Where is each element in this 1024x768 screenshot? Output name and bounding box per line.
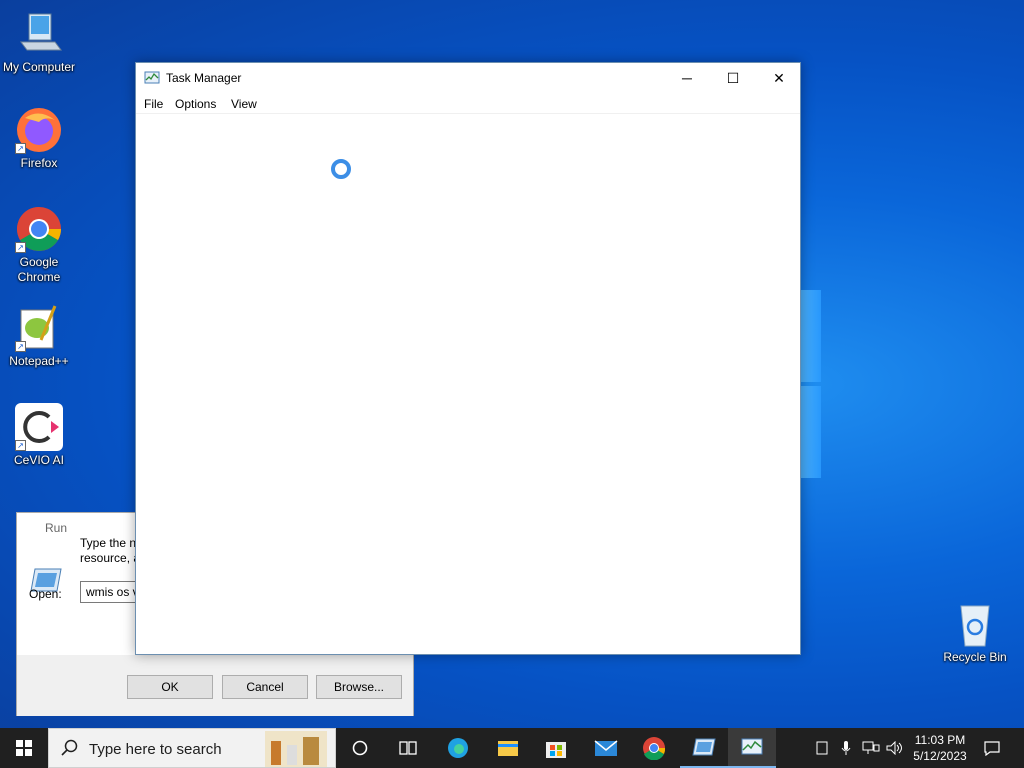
- taskbar-chrome[interactable]: [630, 728, 678, 768]
- desktop-icon-label: Notepad++: [9, 354, 69, 368]
- cortana-icon: [352, 740, 368, 756]
- chrome-icon: ↗: [15, 205, 63, 253]
- desktop-icon-label: CeVIO AI: [13, 453, 65, 467]
- menu-view[interactable]: View: [231, 97, 257, 111]
- desktop-icon-label: Firefox: [20, 156, 58, 170]
- desktop-icon-label: Google Chrome: [17, 255, 61, 284]
- desktop-icon-firefox[interactable]: ↗ Firefox: [0, 106, 78, 171]
- browse-button[interactable]: Browse...: [316, 675, 402, 699]
- action-center-button[interactable]: [978, 728, 1006, 768]
- menu-bar: File Options View: [136, 93, 800, 115]
- open-label: Open:: [29, 587, 62, 601]
- run-icon: [692, 738, 716, 756]
- taskbar-task-manager[interactable]: [728, 728, 776, 768]
- taskbar-edge[interactable]: [434, 728, 482, 768]
- ok-button[interactable]: OK: [127, 675, 213, 699]
- cevio-ai-icon: ↗: [15, 403, 63, 451]
- minimize-button[interactable]: ─: [664, 63, 710, 93]
- task-manager-icon: [144, 71, 160, 88]
- desktop-icon-google-chrome[interactable]: ↗ Google Chrome: [0, 205, 78, 285]
- tray-volume[interactable]: [884, 728, 906, 768]
- tablet-icon: [816, 741, 828, 755]
- taskbar-file-explorer[interactable]: [484, 728, 532, 768]
- windows-start-icon: [16, 740, 32, 756]
- cortana-button[interactable]: [336, 728, 384, 768]
- computer-icon: [15, 10, 63, 58]
- chrome-icon: [643, 737, 666, 760]
- store-icon: [546, 742, 566, 758]
- title-bar[interactable]: Task Manager ─ ☐ ✕: [136, 63, 800, 93]
- clock-time: 11:03 PM: [914, 733, 966, 747]
- search-icon: [61, 739, 79, 760]
- taskbar: Type here to search 11:03 PM 5/12/2023: [0, 728, 1024, 768]
- search-placeholder: Type here to search: [89, 741, 222, 758]
- taskbar-clock[interactable]: 11:03 PM 5/12/2023: [906, 732, 974, 764]
- volume-icon: [886, 741, 902, 755]
- notepad-plus-plus-icon: ↗: [15, 304, 63, 352]
- maximize-button[interactable]: ☐: [710, 63, 756, 93]
- desktop-icon-notepad-plus-plus[interactable]: ↗ Notepad++: [0, 304, 78, 369]
- loading-spinner: [331, 159, 351, 179]
- desktop-icon-cevio-ai[interactable]: ↗ CeVIO AI: [0, 403, 78, 468]
- taskbar-mail[interactable]: [582, 728, 630, 768]
- taskbar-run[interactable]: [680, 728, 728, 768]
- network-icon: [862, 741, 880, 754]
- start-button[interactable]: [0, 728, 48, 768]
- tray-network[interactable]: [860, 728, 882, 768]
- recycle-bin-icon: [951, 600, 999, 648]
- task-manager-window[interactable]: Task Manager ─ ☐ ✕ File Options View: [135, 62, 801, 655]
- folder-icon: [498, 741, 518, 756]
- menu-options[interactable]: Options: [175, 97, 216, 111]
- desktop-icon-my-computer[interactable]: My Computer: [0, 10, 78, 75]
- menu-divider: [136, 113, 800, 114]
- cancel-button[interactable]: Cancel: [222, 675, 308, 699]
- firefox-icon: ↗: [15, 106, 63, 154]
- task-manager-icon: [741, 738, 763, 755]
- tray-notification-icon[interactable]: [812, 728, 832, 768]
- clock-date: 5/12/2023: [913, 749, 967, 763]
- mail-icon: [594, 740, 618, 756]
- search-highlight-image: [265, 731, 327, 767]
- desktop-icon-recycle-bin[interactable]: Recycle Bin: [936, 600, 1014, 665]
- tray-microphone[interactable]: [836, 728, 856, 768]
- desktop-icon-label: My Computer: [2, 60, 76, 74]
- desktop-icon-label: Recycle Bin: [943, 650, 1007, 664]
- window-title: Task Manager: [166, 71, 242, 85]
- run-description: Type the na resource, a: [80, 536, 143, 565]
- taskbar-search-box[interactable]: Type here to search: [48, 728, 336, 768]
- menu-file[interactable]: File: [144, 97, 163, 111]
- notification-icon: [984, 741, 1000, 756]
- task-view-button[interactable]: [384, 728, 432, 768]
- edge-icon: [448, 738, 468, 758]
- close-button[interactable]: ✕: [756, 63, 802, 93]
- taskbar-microsoft-store[interactable]: [532, 728, 580, 768]
- task-view-icon: [399, 741, 417, 755]
- microphone-icon: [841, 741, 851, 755]
